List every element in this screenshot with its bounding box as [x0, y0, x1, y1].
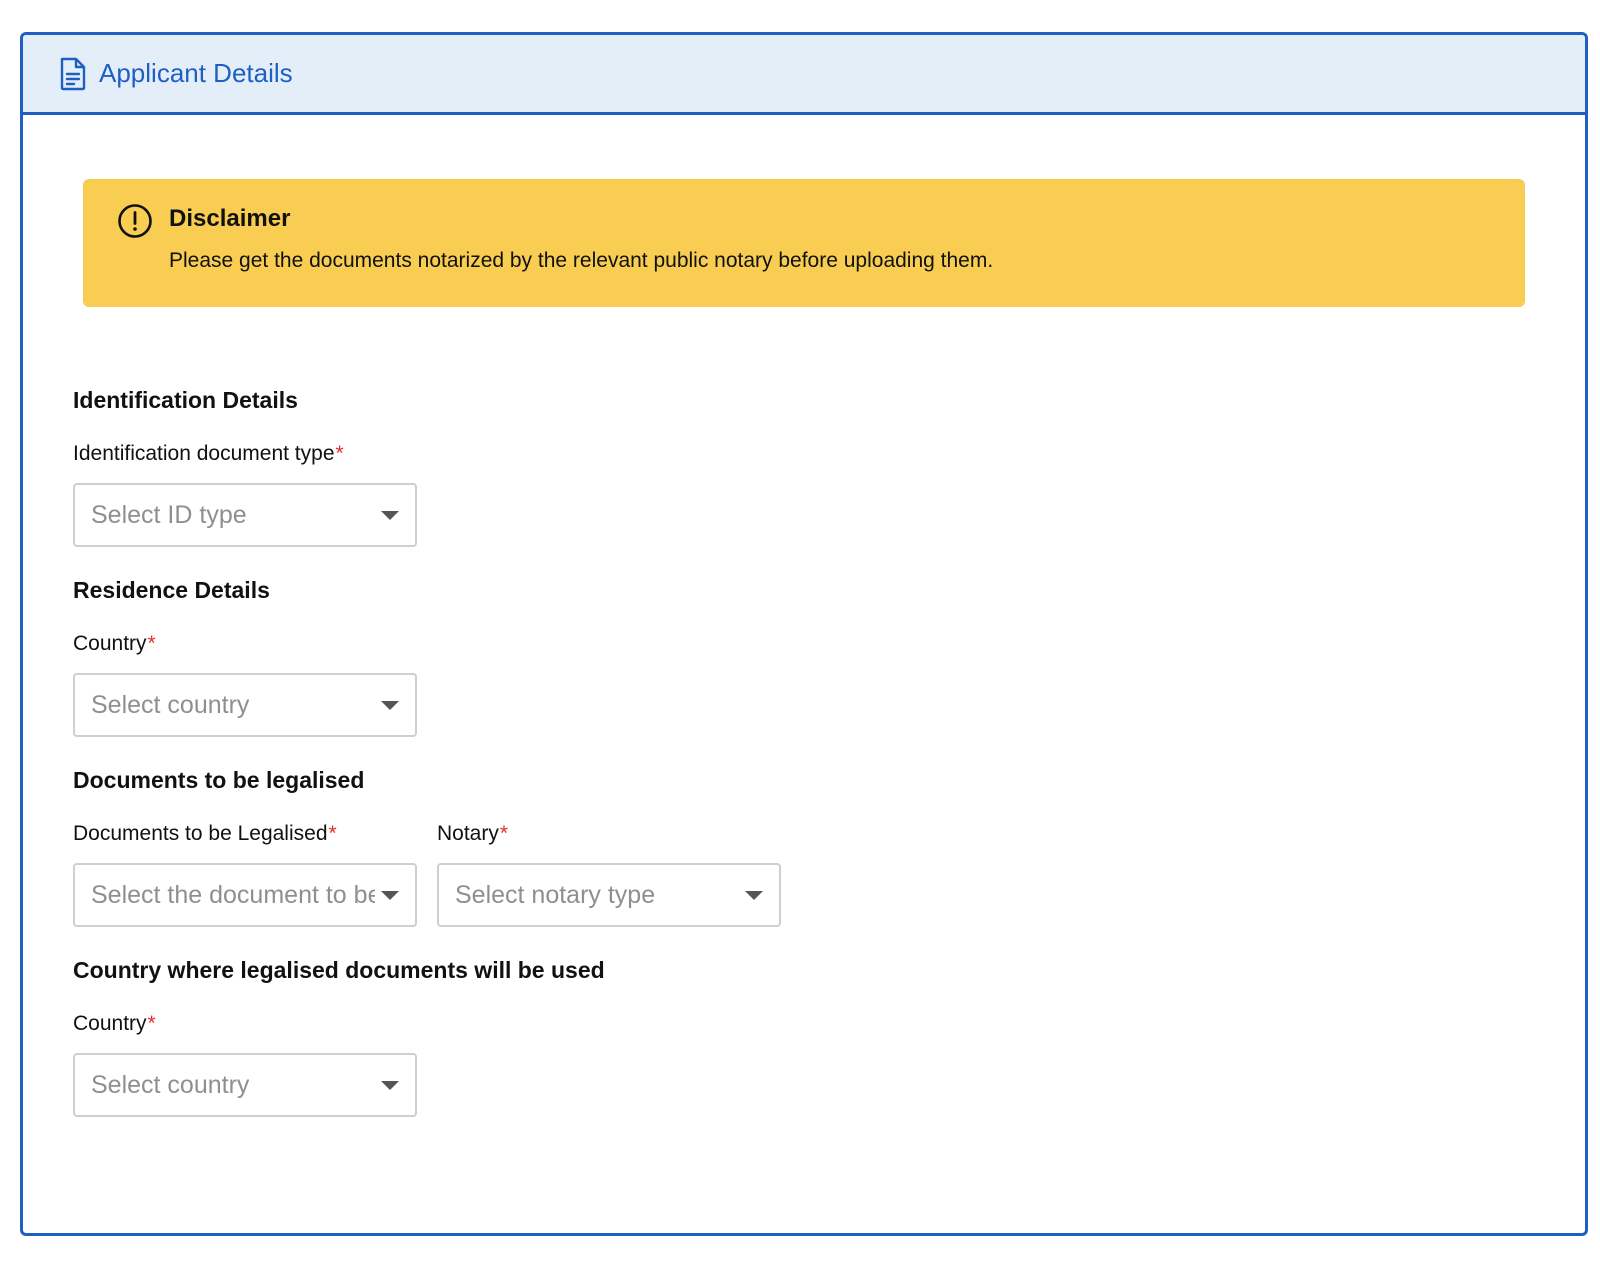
identification-heading: Identification Details — [73, 387, 298, 413]
id-type-select[interactable]: Select ID type — [73, 483, 417, 547]
notary-label: Notary* — [437, 819, 781, 849]
disclaimer-title: Disclaimer — [169, 205, 291, 232]
document-field: Documents to be Legalised* Select the do… — [73, 795, 417, 927]
residence-country-label-text: Country — [73, 632, 147, 655]
notary-label-text: Notary — [437, 822, 499, 845]
residence-country-select[interactable]: Select country — [73, 673, 417, 737]
documents-heading: Documents to be legalised — [73, 767, 365, 793]
caret-down-icon — [745, 891, 763, 900]
residence-country-label: Country* — [73, 629, 1525, 659]
id-type-label-text: Identification document type — [73, 442, 335, 465]
required-asterisk: * — [147, 632, 156, 655]
disclaimer-text: Please get the documents notarized by th… — [169, 249, 994, 272]
residence-country-placeholder: Select country — [91, 690, 250, 719]
document-placeholder: Select the document to be legalised — [91, 880, 375, 909]
documents-section: Documents to be legalised Documents to b… — [73, 765, 1525, 927]
destination-country-label-text: Country — [73, 1012, 147, 1035]
destination-country-select[interactable]: Select country — [73, 1053, 417, 1117]
required-asterisk: * — [335, 442, 344, 465]
identification-section: Identification Details Identification do… — [73, 385, 1525, 547]
applicant-details-panel: Applicant Details Disclaimer Please get … — [20, 32, 1588, 1236]
notary-select[interactable]: Select notary type — [437, 863, 781, 927]
notary-field: Notary* Select notary type — [437, 795, 781, 927]
id-type-label: Identification document type* — [73, 439, 1525, 469]
applicant-form: Identification Details Identification do… — [73, 385, 1525, 1117]
panel-body: Disclaimer Please get the documents nota… — [23, 115, 1585, 1117]
residence-heading: Residence Details — [73, 577, 270, 603]
disclaimer-banner: Disclaimer Please get the documents nota… — [83, 179, 1525, 307]
destination-country-placeholder: Select country — [91, 1070, 250, 1099]
destination-heading: Country where legalised documents will b… — [73, 957, 605, 983]
destination-section: Country where legalised documents will b… — [73, 955, 1525, 1117]
document-select[interactable]: Select the document to be legalised — [73, 863, 417, 927]
disclaimer-content: Disclaimer Please get the documents nota… — [169, 203, 993, 273]
required-asterisk: * — [499, 822, 509, 845]
id-type-placeholder: Select ID type — [91, 500, 247, 529]
documents-row: Documents to be Legalised* Select the do… — [73, 795, 1525, 927]
caret-down-icon — [381, 891, 399, 900]
document-label-text: Documents to be Legalised — [73, 822, 328, 845]
caret-down-icon — [381, 1081, 399, 1090]
caret-down-icon — [381, 511, 399, 520]
required-asterisk: * — [328, 822, 337, 845]
document-icon — [59, 57, 87, 91]
panel-header: Applicant Details — [23, 35, 1585, 115]
destination-country-label: Country* — [73, 1009, 1525, 1039]
notary-placeholder: Select notary type — [455, 880, 656, 909]
document-label: Documents to be Legalised* — [73, 819, 417, 849]
residence-section: Residence Details Country* Select countr… — [73, 575, 1525, 737]
panel-title: Applicant Details — [99, 58, 293, 88]
required-asterisk: * — [147, 1012, 156, 1035]
caret-down-icon — [381, 701, 399, 710]
exclamation-circle-icon — [117, 203, 153, 239]
